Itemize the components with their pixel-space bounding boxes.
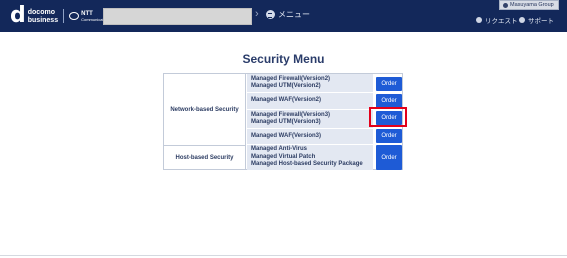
page-title: Security Menu — [242, 52, 325, 66]
service-name: Managed UTM(Version2) — [251, 83, 321, 89]
service-name: Managed Firewall(Version3) — [251, 111, 331, 118]
order-button-waf-v2[interactable]: Order — [376, 94, 402, 108]
top-navigation-bar: d docomo business NTT Communications › メ… — [0, 0, 567, 32]
service-name: Managed Anti-Virus — [251, 146, 308, 153]
support-link[interactable]: サポート — [519, 15, 554, 25]
order-button-firewall-utm-v3[interactable]: Order — [376, 111, 402, 125]
user-icon — [503, 2, 508, 8]
menu-icon — [266, 10, 275, 19]
service-name: Managed Host-based Security Package — [251, 161, 363, 168]
service-row-firewall-utm-v2: Managed Firewall(Version2) Managed UTM(V… — [247, 74, 373, 93]
category-network-based-security: Network-based Security — [164, 74, 246, 145]
order-button-host-based[interactable]: Order — [376, 145, 402, 170]
service-row-host-based: Managed Anti-Virus Managed Virtual Patch… — [247, 145, 373, 170]
bottom-divider — [0, 255, 567, 256]
service-name: Managed Virtual Patch — [251, 153, 316, 160]
ntt-word: NTT — [81, 10, 93, 17]
redacted-breadcrumb — [103, 8, 252, 25]
menu-link[interactable]: メニュー — [266, 9, 310, 20]
ntt-ring-icon — [69, 12, 80, 20]
logo-divider — [63, 9, 65, 23]
service-name: Managed WAF(Version3) — [251, 132, 322, 139]
category-host-based-security: Host-based Security — [164, 145, 246, 170]
security-menu-table: Network-based Security Host-based Securi… — [163, 73, 403, 170]
order-button-waf-v3[interactable]: Order — [376, 129, 402, 143]
service-row-firewall-utm-v3: Managed Firewall(Version3) Managed UTM(V… — [247, 110, 373, 129]
service-name: Managed Firewall(Version2) — [251, 75, 331, 82]
request-icon — [476, 17, 482, 23]
service-row-waf-v3: Managed WAF(Version3) — [247, 129, 373, 145]
service-name: Managed UTM(Version3) — [251, 119, 321, 125]
user-account-button[interactable]: Masuyama Group — [499, 0, 559, 10]
user-name: Masuyama Group — [510, 2, 554, 8]
menu-label: メニュー — [278, 10, 310, 19]
logo-wordmark: docomo business — [28, 9, 58, 25]
service-name: Managed WAF(Version2) — [251, 97, 322, 104]
support-label: サポート — [528, 18, 554, 25]
request-label: リクエスト — [485, 18, 518, 25]
docomo-business-logo[interactable]: d docomo business NTT Communications — [10, 3, 111, 28]
chevron-right-icon: › — [255, 8, 259, 20]
logo-d-mark: d — [10, 3, 26, 28]
logo-word-bottom: business — [27, 16, 59, 24]
order-button-firewall-utm-v2[interactable]: Order — [376, 77, 402, 91]
service-row-waf-v2: Managed WAF(Version2) — [247, 93, 373, 110]
support-icon — [519, 17, 525, 23]
request-link[interactable]: リクエスト — [476, 15, 518, 25]
logo-word-top: docomo — [27, 8, 55, 16]
